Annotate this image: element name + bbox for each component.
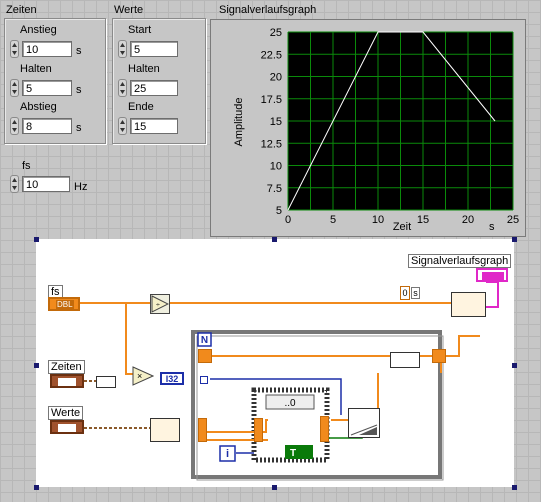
build-waveform-node[interactable] xyxy=(451,292,486,317)
count-tunnel xyxy=(200,376,208,384)
case-tunnel-right xyxy=(320,416,329,442)
graph-terminal[interactable] xyxy=(476,268,508,282)
multiply-node[interactable]: × xyxy=(132,366,155,386)
to-i32-node[interactable]: I32 xyxy=(160,372,184,385)
s-unit-constant: s xyxy=(411,287,420,299)
unbundle-werte[interactable] xyxy=(150,418,180,442)
case-tunnel-left xyxy=(254,418,263,442)
true-constant-label: T xyxy=(290,448,296,459)
bd-graph-label: Signalverlaufsgraph xyxy=(408,254,512,268)
loop-tunnel-left xyxy=(198,418,207,442)
unbundle-zeiten[interactable] xyxy=(96,376,116,388)
loop-count-label: N xyxy=(201,335,208,346)
shift-register-right[interactable] xyxy=(432,349,446,363)
divide-node[interactable]: ÷ xyxy=(150,294,170,314)
case-selector-label: ..0 xyxy=(284,398,296,409)
fs-terminal-type: DBL xyxy=(56,300,74,309)
bd-zeiten-label: Zeiten xyxy=(48,360,85,374)
zeiten-terminal[interactable] xyxy=(50,374,84,388)
ramp-pattern-node[interactable] xyxy=(348,408,380,438)
svg-text:×: × xyxy=(137,371,142,381)
build-array-node[interactable] xyxy=(390,352,420,368)
iteration-label: i xyxy=(226,448,229,460)
brown-wires xyxy=(84,380,150,429)
werte-cluster-icon xyxy=(58,424,76,432)
bd-werte-label: Werte xyxy=(48,406,84,420)
pink-wire xyxy=(486,281,499,308)
shift-register-left[interactable] xyxy=(198,349,212,363)
graph-terminal-icon xyxy=(482,272,504,280)
zeiten-cluster-icon xyxy=(58,378,76,386)
werte-terminal[interactable] xyxy=(50,420,84,434)
fs-terminal[interactable]: DBL xyxy=(48,297,80,311)
svg-text:÷: ÷ xyxy=(156,302,160,309)
zero-constant[interactable]: 0 xyxy=(400,286,410,300)
